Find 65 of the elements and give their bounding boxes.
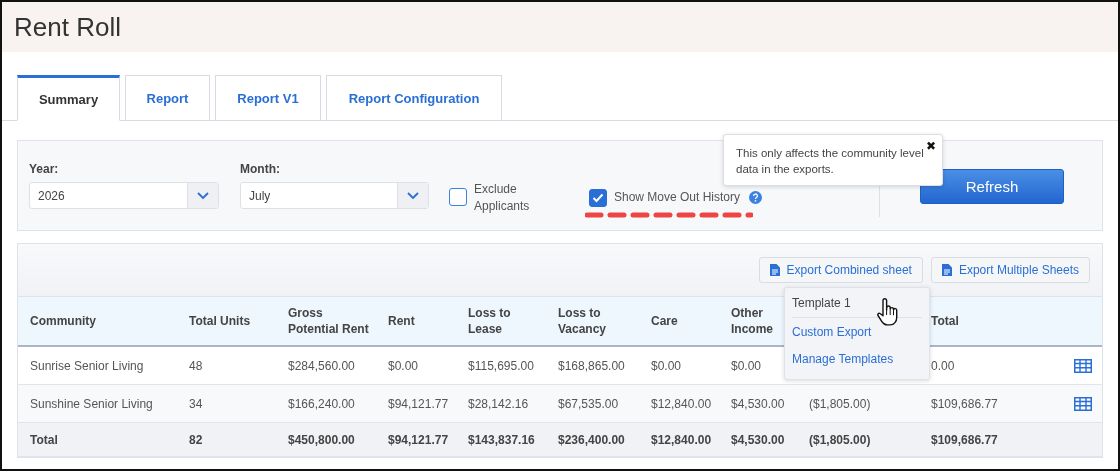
year-select[interactable]: 2026 <box>29 182 219 209</box>
export-button[interactable]: Export Combined sheet <box>758 257 923 283</box>
column-header: Other Income <box>731 305 774 337</box>
checkbox-label: Exclude Applicants <box>474 181 531 215</box>
column-header: Community <box>30 313 96 329</box>
chevron-down-icon <box>407 191 419 200</box>
table-cell: ($1,805.00) <box>809 396 871 411</box>
tab[interactable]: Summary <box>17 75 120 121</box>
table-cell: $115,695.00 <box>468 358 534 373</box>
menu-item[interactable]: Custom Export <box>785 319 929 346</box>
document-icon <box>941 264 952 276</box>
table-cell: $109,686.77 <box>931 432 998 447</box>
page-title: Rent Roll <box>14 11 121 43</box>
month-select[interactable]: July <box>240 182 429 209</box>
table-cell: 34 <box>189 396 203 411</box>
field-label: Month: <box>240 162 281 176</box>
table-cell: $4,530.00 <box>731 396 785 411</box>
table-cell: $67,535.00 <box>558 396 619 411</box>
column-header: Loss to Lease <box>468 305 512 337</box>
tab[interactable]: Report V1 <box>215 75 321 121</box>
column-header: Rent <box>388 313 415 329</box>
menu-item[interactable]: Manage Templates <box>785 346 929 373</box>
table-cell: $168,865.00 <box>558 358 625 373</box>
tab[interactable]: Report Configuration <box>326 75 502 121</box>
table-icon[interactable] <box>1074 396 1092 411</box>
export-button[interactable]: Export Multiple Sheets <box>930 257 1090 283</box>
close-button[interactable]: ✖ <box>926 139 936 153</box>
table-cell: $94,121.77 <box>388 396 449 411</box>
refresh-button[interactable]: Refresh <box>920 169 1064 204</box>
table-cell: 82 <box>189 432 203 447</box>
table-icon[interactable] <box>1074 358 1092 373</box>
table-cell: $236,400.00 <box>558 432 625 447</box>
column-header: Care <box>651 313 678 329</box>
tab[interactable]: Report <box>125 75 210 121</box>
table-cell: $166,240.00 <box>288 396 355 411</box>
table-cell: $12,840.00 <box>651 396 712 411</box>
table-cell: Total <box>30 432 58 447</box>
table-cell: $143,837.16 <box>468 432 535 447</box>
checkbox-label: Show Move Out History <box>614 189 741 206</box>
table-cell: $284,560.00 <box>288 358 355 373</box>
table-cell: $450,800.00 <box>288 432 355 447</box>
column-header: Gross Potential Rent <box>288 305 370 337</box>
column-header: Total <box>931 313 959 329</box>
table-cell: 0.00 <box>931 358 955 373</box>
table-cell: $0.00 <box>388 358 419 373</box>
table-cell: $28,142.16 <box>468 396 529 411</box>
column-header: Total Units <box>189 313 251 329</box>
checkbox[interactable] <box>589 189 607 207</box>
chevron-down-icon <box>197 191 209 200</box>
table-cell: Sunrise Senior Living <box>30 358 144 373</box>
table-cell: 48 <box>189 358 203 373</box>
help-icon[interactable] <box>749 191 763 204</box>
field-label: Year: <box>29 162 60 176</box>
table-cell: Sunshine Senior Living <box>30 396 153 411</box>
table-cell: $94,121.77 <box>388 432 449 447</box>
table-cell: $0.00 <box>651 358 682 373</box>
checkbox[interactable] <box>449 188 467 206</box>
document-icon <box>769 264 780 276</box>
hand-pointer-icon <box>876 298 900 328</box>
table-cell: $0.00 <box>731 358 762 373</box>
table-cell: $109,686.77 <box>931 396 998 411</box>
table-cell: $4,530.00 <box>731 432 785 447</box>
column-header: Loss to Vacancy <box>558 305 608 337</box>
table-cell: ($1,805.00) <box>809 432 871 447</box>
table-cell: $12,840.00 <box>651 432 712 447</box>
